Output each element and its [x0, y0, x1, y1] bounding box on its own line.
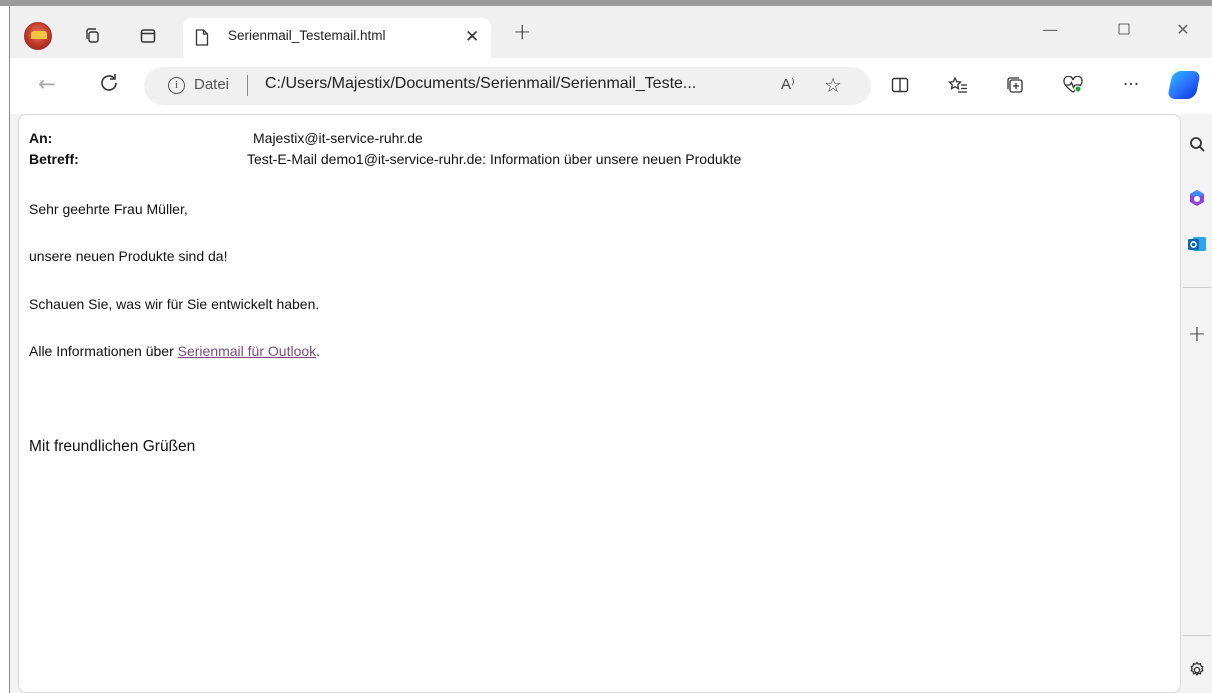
maximize-icon[interactable] — [1114, 20, 1134, 39]
address-url[interactable]: C:/Users/Majestix/Documents/Serienmail/S… — [265, 75, 696, 93]
address-separator — [247, 75, 248, 96]
body-line-2: Schauen Sie, was wir für Sie entwickelt … — [29, 296, 320, 312]
body-line-1: unsere neuen Produkte sind da! — [29, 248, 228, 264]
to-label: An: — [29, 130, 53, 146]
refresh-icon[interactable] — [97, 71, 121, 95]
tab-active[interactable]: Serienmail_Testemail.html ✕ — [183, 18, 491, 58]
profile-avatar-icon[interactable] — [24, 22, 52, 50]
greeting: Sehr geehrte Frau Müller, — [29, 201, 188, 217]
to-value: Majestix@it-service-ruhr.de — [253, 130, 423, 146]
minimize-icon[interactable]: — — [1040, 20, 1060, 39]
favorites-list-icon[interactable] — [944, 71, 972, 99]
serienmail-link[interactable]: Serienmail für Outlook — [178, 343, 317, 359]
add-icon[interactable]: + — [1183, 320, 1211, 348]
collections-icon[interactable] — [1001, 71, 1029, 99]
new-tab-button[interactable]: + — [513, 20, 531, 45]
star-icon[interactable]: ☆ — [824, 73, 842, 97]
address-bar[interactable]: i Datei C:/Users/Majestix/Documents/Seri… — [144, 67, 871, 105]
body-line-3-suffix: . — [316, 343, 321, 359]
closing: Mit freundlichen Grüßen — [29, 438, 196, 455]
office-icon[interactable] — [1183, 184, 1211, 212]
tab-bar: Serienmail_Testemail.html ✕ + — ✕ — [10, 6, 1212, 58]
back-arrow-icon[interactable]: ← — [38, 72, 56, 96]
subject-label: Betreff: — [29, 151, 79, 167]
browser-window: Serienmail_Testemail.html ✕ + — ✕ ← i Da… — [9, 6, 1212, 693]
tab-actions-icon[interactable] — [134, 22, 162, 50]
close-icon[interactable]: ✕ — [465, 27, 479, 47]
body-line-3-prefix: Alle Informationen über — [29, 343, 178, 359]
close-window-icon[interactable]: ✕ — [1173, 20, 1193, 39]
right-sidebar: + — [1181, 114, 1212, 693]
sidebar-separator-bottom — [1183, 635, 1211, 636]
outlook-icon[interactable] — [1183, 230, 1211, 258]
info-icon[interactable]: i — [168, 77, 185, 94]
copilot-icon[interactable] — [1167, 71, 1201, 99]
gear-icon[interactable] — [1183, 656, 1211, 684]
address-scheme-label: Datei — [194, 76, 230, 93]
page-content: An: Majestix@it-service-ruhr.de Betreff:… — [18, 114, 1181, 693]
document-icon — [195, 29, 209, 46]
split-screen-icon[interactable] — [886, 71, 914, 99]
sidebar-separator — [1183, 287, 1211, 288]
subject-value: Test-E-Mail demo1@it-service-ruhr.de: In… — [247, 151, 742, 167]
search-icon[interactable] — [1183, 130, 1211, 158]
heart-pulse-icon[interactable] — [1059, 71, 1087, 99]
toolbar: ← i Datei C:/Users/Majestix/Documents/Se… — [10, 58, 1212, 114]
body-line-3: Alle Informationen über Serienmail für O… — [29, 343, 320, 359]
more-icon[interactable]: ··· — [1117, 71, 1145, 99]
tab-title: Serienmail_Testemail.html — [228, 28, 386, 43]
workspaces-icon[interactable] — [79, 22, 107, 50]
read-aloud-icon[interactable]: A⁾ — [781, 75, 795, 93]
